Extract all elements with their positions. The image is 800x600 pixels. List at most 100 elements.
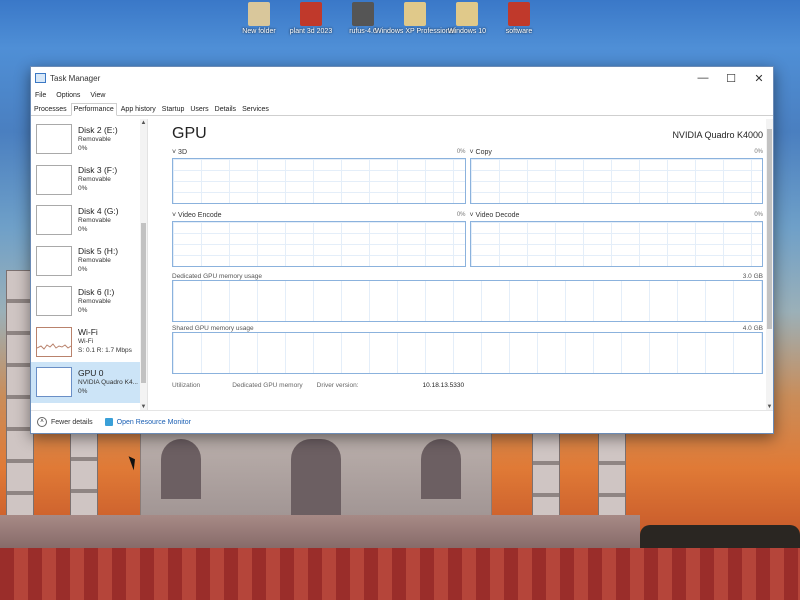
graph-3d-percent: 0% <box>456 149 466 155</box>
sidebar-item-type: Removable <box>78 216 111 224</box>
sidebar-item-disk2[interactable]: Disk 2 (E:) Removable 0% <box>31 119 147 160</box>
menu-bar: File Options View <box>31 89 773 101</box>
graph-copy-selector[interactable]: ˅ Copy <box>470 149 492 158</box>
dedicated-memory-label: Dedicated GPU memory usage <box>172 273 262 280</box>
tab-users[interactable]: Users <box>188 104 210 115</box>
driver-version-label: Driver version: <box>316 382 359 389</box>
tab-services[interactable]: Services <box>240 104 271 115</box>
dedicated-memory-chart <box>172 280 763 322</box>
sidebar-item-value: 0% <box>78 387 88 395</box>
folder-icon <box>456 2 478 26</box>
shared-memory-max: 4.0 GB <box>742 325 763 332</box>
chevron-up-icon[interactable]: ˄ <box>37 417 47 427</box>
menu-view[interactable]: View <box>90 92 105 99</box>
sidebar-item-label: Wi-Fi <box>78 327 98 338</box>
shared-memory-label: Shared GPU memory usage <box>172 325 254 332</box>
sidebar-item-value: 0% <box>78 266 88 274</box>
disk-thumbnail <box>36 245 72 276</box>
graph-3d-selector[interactable]: ˅ 3D <box>172 149 187 158</box>
sidebar-item-value: 0% <box>78 144 88 152</box>
tab-details[interactable]: Details <box>213 104 238 115</box>
graph-video-decode-selector[interactable]: ˅ Video Decode <box>470 212 520 221</box>
sidebar-item-type: Removable <box>78 176 111 184</box>
dedicated-memory-max: 3.0 GB <box>742 273 763 280</box>
graph-copy-chart <box>469 158 763 204</box>
sidebar-item-wifi[interactable]: Wi-Fi Wi-Fi S: 0.1 R: 1.7 Mbps <box>31 322 147 363</box>
gpu-model-name: NVIDIA Quadro K4000 <box>672 130 763 140</box>
minaret-left-inner <box>70 428 98 525</box>
resource-monitor-icon <box>104 418 113 426</box>
tab-startup[interactable]: Startup <box>160 104 187 115</box>
sidebar-item-label: Disk 3 (F:) <box>78 165 118 176</box>
red-wall <box>0 548 800 600</box>
shared-memory-chart <box>172 332 763 374</box>
sidebar-item-label: Disk 6 (I:) <box>78 286 115 297</box>
folder-icon <box>404 2 426 26</box>
sidebar-item-value: 0% <box>78 185 88 193</box>
maximize-button[interactable]: ☐ <box>717 72 745 85</box>
sidebar-item-value: S: 0.1 R: 1.7 Mbps <box>78 347 132 355</box>
open-resource-monitor-link[interactable]: Open Resource Monitor <box>117 419 191 426</box>
window-title: Task Manager <box>50 73 101 83</box>
performance-content: Disk 2 (E:) Removable 0% Disk 3 (F:) Rem… <box>31 119 773 411</box>
usb-icon <box>352 2 374 26</box>
graph-video-decode-chart <box>469 221 763 267</box>
sidebar-item-label: Disk 5 (H:) <box>78 246 119 257</box>
sidebar-item-value: 0% <box>78 225 88 233</box>
sidebar-item-disk6[interactable]: Disk 6 (I:) Removable 0% <box>31 281 147 322</box>
graph-video-encode-chart <box>172 221 466 267</box>
minimize-button[interactable]: — <box>689 72 717 85</box>
performance-sidebar: Disk 2 (E:) Removable 0% Disk 3 (F:) Rem… <box>31 119 148 411</box>
sidebar-scrollbar[interactable]: ▲ ▼ <box>140 119 147 411</box>
graph-video-encode-selector[interactable]: ˅ Video Encode <box>172 212 222 221</box>
scrollbar-thumb[interactable] <box>767 129 772 329</box>
sidebar-item-disk5[interactable]: Disk 5 (H:) Removable 0% <box>31 241 147 282</box>
graphs-row-1: ˅ 3D 0% ˅ Copy 0% <box>172 149 763 204</box>
page-title: GPU <box>172 125 207 142</box>
sidebar-item-gpu0[interactable]: GPU 0 NVIDIA Quadro K4... 0% <box>31 362 147 403</box>
desktop-icons: New folder plant 3d 2023 rufus-4.6 Windo… <box>236 0 542 36</box>
gpu-panel: GPU NVIDIA Quadro K4000 ˅ 3D 0% ˅ Copy 0… <box>148 119 773 411</box>
app-icon <box>508 2 530 26</box>
desktop-icon-plant3d[interactable]: plant 3d 2023 <box>288 0 334 36</box>
shared-memory-header: Shared GPU memory usage 4.0 GB <box>172 325 763 332</box>
tab-performance[interactable]: Performance <box>70 103 117 116</box>
graph-video-encode: ˅ Video Encode 0% <box>172 212 466 267</box>
menu-options[interactable]: Options <box>56 92 80 99</box>
graph-copy: ˅ Copy 0% <box>469 149 763 204</box>
sidebar-item-type: Removable <box>78 135 111 143</box>
scrollbar-thumb[interactable] <box>141 223 146 383</box>
mouse-cursor <box>128 454 139 471</box>
fewer-details-button[interactable]: Fewer details <box>51 419 93 426</box>
scroll-up-icon[interactable]: ▲ <box>140 120 147 126</box>
menu-file[interactable]: File <box>35 92 46 99</box>
desktop-icon-new-folder[interactable]: New folder <box>236 0 282 36</box>
desktop-icon-winxp[interactable]: Windows XP Professional <box>375 0 455 36</box>
utilization-label: Utilization <box>172 382 201 389</box>
tab-processes[interactable]: Processes <box>32 104 69 115</box>
disk-thumbnail <box>36 124 72 155</box>
close-button[interactable]: ✕ <box>745 72 773 85</box>
desktop-icon-win10[interactable]: Windows 10 <box>444 0 490 36</box>
title-bar[interactable]: Task Manager — ☐ ✕ <box>31 67 773 89</box>
wifi-thumbnail <box>36 326 72 357</box>
main-scrollbar[interactable]: ▼ <box>766 119 773 411</box>
tab-bar: Processes Performance App history Startu… <box>31 101 773 116</box>
sidebar-item-disk3[interactable]: Disk 3 (F:) Removable 0% <box>31 160 147 201</box>
sidebar-item-type: Removable <box>78 257 111 265</box>
app-icon <box>300 2 322 26</box>
gpu-thumbnail <box>36 367 72 398</box>
sidebar-item-type: Wi-Fi <box>78 338 94 346</box>
driver-version-value: 10.18.13.5330 <box>422 382 465 389</box>
graph-video-decode-percent: 0% <box>754 212 763 218</box>
disk-thumbnail <box>36 205 72 236</box>
sidebar-item-disk4[interactable]: Disk 4 (G:) Removable 0% <box>31 200 147 241</box>
sidebar-item-label: Disk 4 (G:) <box>78 205 119 216</box>
gpu-header: GPU NVIDIA Quadro K4000 <box>172 125 763 143</box>
graph-3d-chart <box>172 158 466 204</box>
tab-app-history[interactable]: App history <box>119 104 158 115</box>
folder-icon <box>248 2 270 26</box>
gpu-stats: Utilization Dedicated GPU memory Driver … <box>172 382 763 389</box>
graphs-row-2: ˅ Video Encode 0% ˅ Video Decode 0% <box>172 212 763 267</box>
desktop-icon-software[interactable]: software <box>496 0 542 36</box>
